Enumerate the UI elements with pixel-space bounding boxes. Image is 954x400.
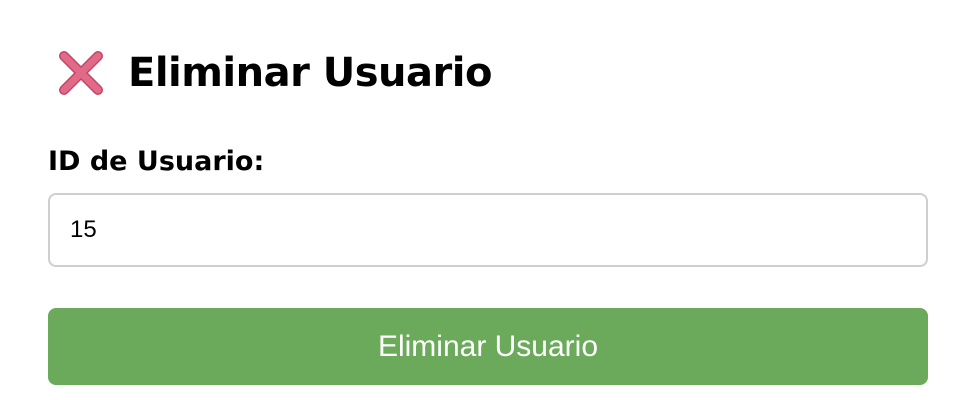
delete-user-button[interactable]: Eliminar Usuario <box>48 308 928 385</box>
page-header: Eliminar Usuario <box>54 44 492 102</box>
user-id-label: ID de Usuario: <box>48 146 265 177</box>
page-title: Eliminar Usuario <box>128 50 492 96</box>
delete-user-page: Eliminar Usuario ID de Usuario: Eliminar… <box>0 0 954 400</box>
user-id-input[interactable] <box>48 193 928 267</box>
cross-mark-icon <box>54 46 108 100</box>
